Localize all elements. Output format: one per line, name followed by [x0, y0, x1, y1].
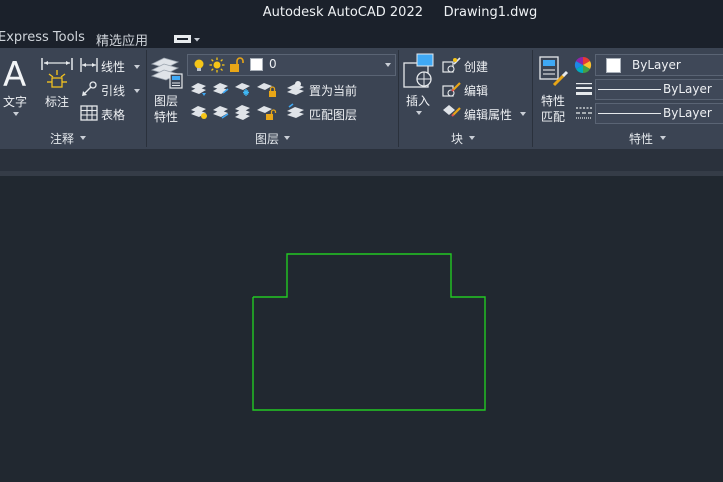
dimension-icon[interactable] — [40, 56, 74, 90]
ribbon-tab-bar: Express Tools 精选应用 — [0, 28, 723, 49]
layer-off-icon[interactable] — [190, 81, 208, 97]
linear-dropdown-caret[interactable] — [134, 65, 140, 69]
match-properties-icon[interactable] — [538, 55, 570, 89]
linetype-value: ByLayer — [663, 106, 712, 120]
layer-properties-label[interactable]: 图层 特性 — [154, 93, 178, 125]
layers-panel-title[interactable]: 图层 — [255, 130, 279, 147]
layer-previous-icon[interactable] — [190, 104, 208, 120]
layer-lock-icon[interactable] — [256, 81, 278, 97]
dimension-button-label[interactable]: 标注 — [45, 93, 69, 110]
set-current-icon[interactable] — [286, 80, 306, 98]
layer-dropdown-caret[interactable] — [385, 63, 391, 67]
linetype-sample-line — [598, 113, 661, 114]
panel-separator — [146, 50, 147, 147]
table-icon[interactable] — [80, 105, 98, 121]
linear-dimension-label[interactable]: 线性 — [101, 58, 125, 75]
layer-freeze-icon[interactable] — [234, 81, 252, 97]
block-panel-expand-icon[interactable] — [469, 136, 475, 140]
block-panel-title[interactable]: 块 — [451, 130, 463, 147]
leader-label[interactable]: 引线 — [101, 82, 125, 99]
linear-dimension-icon[interactable] — [80, 57, 98, 73]
layer-thaw-sun-icon[interactable] — [209, 57, 225, 73]
layer-on-icon[interactable] — [192, 58, 206, 72]
insert-label[interactable]: 插入 — [406, 92, 430, 109]
layer-walk-icon[interactable] — [212, 104, 230, 120]
leader-icon[interactable] — [80, 81, 98, 97]
text-dropdown-caret[interactable] — [13, 112, 19, 116]
panel-separator — [398, 50, 399, 147]
tab-express-tools[interactable]: Express Tools — [0, 30, 85, 45]
text-icon[interactable]: A — [2, 56, 30, 90]
layer-properties-icon[interactable] — [150, 54, 184, 90]
text-button-label[interactable]: 文字 — [3, 93, 27, 110]
green-polyline[interactable] — [252, 253, 486, 411]
layer-unlock-all-icon[interactable] — [256, 104, 278, 120]
layer-isolate-icon[interactable] — [212, 81, 230, 97]
layers-panel-title-text: 图层 — [255, 132, 280, 146]
chevron-down-icon — [194, 38, 200, 42]
app-title: Autodesk AutoCAD 2022 Drawing1.dwg — [262, 5, 538, 20]
color-swatch-icon — [606, 58, 621, 73]
panel-separator — [532, 50, 533, 147]
color-value: ByLayer — [632, 58, 681, 72]
layers-panel-expand-icon[interactable] — [284, 136, 290, 140]
tab-featured-apps[interactable]: 精选应用 — [96, 30, 148, 49]
layer-merge-icon[interactable] — [234, 104, 252, 120]
edit-attributes-label[interactable]: 编辑属性 — [464, 106, 512, 123]
match-layer-label[interactable]: 匹配图层 — [309, 106, 357, 123]
edit-attributes-dropdown-caret[interactable] — [520, 112, 526, 116]
layer-color-swatch-icon — [250, 58, 263, 71]
edit-attributes-icon[interactable] — [442, 104, 462, 122]
properties-panel-title[interactable]: 特性 — [629, 130, 653, 147]
annotation-panel-title[interactable]: 注释 — [50, 130, 74, 147]
match-properties-label[interactable]: 特性 匹配 — [541, 93, 565, 125]
block-panel-title-text: 块 — [451, 132, 464, 146]
svg-text:A: A — [3, 56, 26, 90]
insert-block-icon[interactable] — [402, 53, 436, 89]
lineweight-sample-line — [598, 89, 661, 90]
table-label[interactable]: 表格 — [101, 106, 125, 123]
title-bar: Autodesk AutoCAD 2022 Drawing1.dwg — [0, 0, 723, 28]
linetype-icon[interactable] — [575, 105, 593, 121]
color-wheel-icon[interactable] — [574, 56, 592, 74]
annotation-panel-title-text: 注释 — [50, 132, 75, 146]
drawing-canvas[interactable] — [0, 176, 723, 478]
create-block-label[interactable]: 创建 — [464, 58, 488, 75]
edit-block-label[interactable]: 编辑 — [464, 82, 488, 99]
match-layer-icon[interactable] — [286, 103, 306, 121]
properties-panel-expand-icon[interactable] — [660, 136, 666, 140]
properties-panel-title-text: 特性 — [629, 132, 654, 146]
set-current-label[interactable]: 置为当前 — [309, 82, 357, 99]
layer-unlock-icon[interactable] — [229, 57, 245, 73]
edit-block-icon[interactable] — [442, 80, 462, 98]
current-layer-name: 0 — [269, 57, 277, 71]
ribbon-state-toggle[interactable] — [174, 34, 200, 44]
create-block-icon[interactable] — [442, 56, 462, 74]
annotation-panel-expand-icon[interactable] — [80, 136, 86, 140]
leader-dropdown-caret[interactable] — [134, 89, 140, 93]
drawing-svg — [252, 253, 486, 411]
lineweight-icon[interactable] — [575, 81, 593, 97]
lineweight-value: ByLayer — [663, 82, 712, 96]
insert-dropdown-caret[interactable] — [416, 111, 422, 115]
file-tab-strip — [0, 149, 723, 171]
